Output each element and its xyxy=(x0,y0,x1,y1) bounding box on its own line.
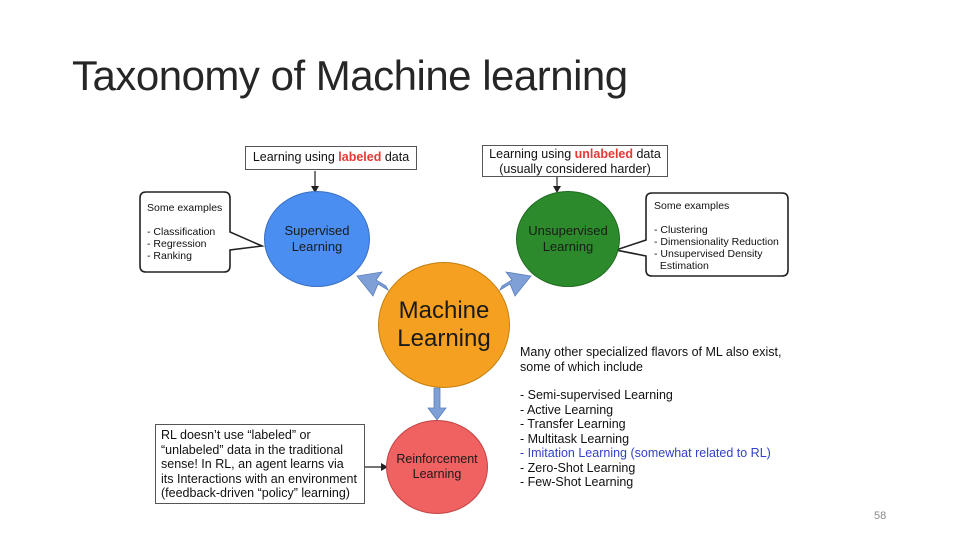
unsupervised-circle-line2: Learning xyxy=(542,239,594,254)
unsupervised-label-highlight: unlabeled xyxy=(574,147,633,161)
other-flavors-intro-line2: some of which include xyxy=(520,359,643,374)
unsupervised-circle-line1: Unsupervised xyxy=(528,223,608,238)
arrow-to-unsupervised xyxy=(499,271,532,297)
rl-note-line: “unlabeled” data in the traditional xyxy=(161,442,344,457)
unsupervised-label-prefix: Learning using xyxy=(489,147,575,161)
arrow-to-reinforcement xyxy=(427,387,447,421)
other-flavors-list: - Semi-supervised Learning - Active Lear… xyxy=(520,388,771,490)
supervised-examples-text: Some examples - Classification - Regress… xyxy=(147,202,223,262)
unsupervised-learning-circle: Unsupervised Learning xyxy=(516,191,620,287)
list-item: - Transfer Learning xyxy=(520,417,626,431)
supervised-label-prefix: Learning using xyxy=(252,150,339,164)
unsupervised-label-line2: (usually considered harder) xyxy=(499,162,651,176)
rl-note-line: (feedback-driven “policy” learning) xyxy=(161,486,350,501)
list-item: - Multitask Learning xyxy=(520,431,630,446)
arrow-to-supervised xyxy=(356,271,389,297)
list-item: - Few-Shot Learning xyxy=(520,475,634,489)
reinforcement-circle-line1: Reinforcement xyxy=(396,452,478,466)
supervised-label-highlight: labeled xyxy=(338,150,382,164)
unsupervised-label-suffix: data xyxy=(633,147,661,161)
supervised-circle-line2: Learning xyxy=(291,239,343,254)
rl-note-line: its Interactions with an environment xyxy=(161,471,357,486)
rl-note-line: RL doesn’t use “labeled” or xyxy=(161,428,311,442)
reinforcement-circle-line2: Learning xyxy=(412,467,462,481)
supervised-circle-line1: Supervised xyxy=(284,223,350,238)
other-flavors-intro: Many other specialized flavors of ML als… xyxy=(520,345,781,374)
page-number: 58 xyxy=(874,510,887,522)
list-item: - Semi-supervised Learning xyxy=(520,388,673,402)
list-item: - Active Learning xyxy=(520,402,614,417)
reinforcement-learning-circle: Reinforcement Learning xyxy=(386,420,488,514)
other-flavors-intro-line1: Many other specialized flavors of ML als… xyxy=(520,345,782,359)
rl-note-line: sense! In RL, an agent learns via xyxy=(161,457,344,472)
supervised-learning-circle: Supervised Learning xyxy=(264,191,370,287)
supervised-label-suffix: data xyxy=(381,150,410,164)
list-item-imitation: - Imitation Learning (somewhat related t… xyxy=(520,446,771,460)
machine-learning-circle: Machine Learning xyxy=(378,262,510,388)
list-item: - Zero-Shot Learning xyxy=(520,460,636,475)
machine-learning-line1: Machine xyxy=(398,297,490,324)
rl-note-box: RL doesn’t use “labeled” or “unlabeled” … xyxy=(155,424,365,504)
unsupervised-examples-text: Some examples - Clustering - Dimensional… xyxy=(654,200,779,272)
machine-learning-line2: Learning xyxy=(397,325,491,352)
unsupervised-label-box: Learning using unlabeled data (usually c… xyxy=(482,145,668,177)
supervised-label-box: Learning using labeled data xyxy=(245,146,417,170)
